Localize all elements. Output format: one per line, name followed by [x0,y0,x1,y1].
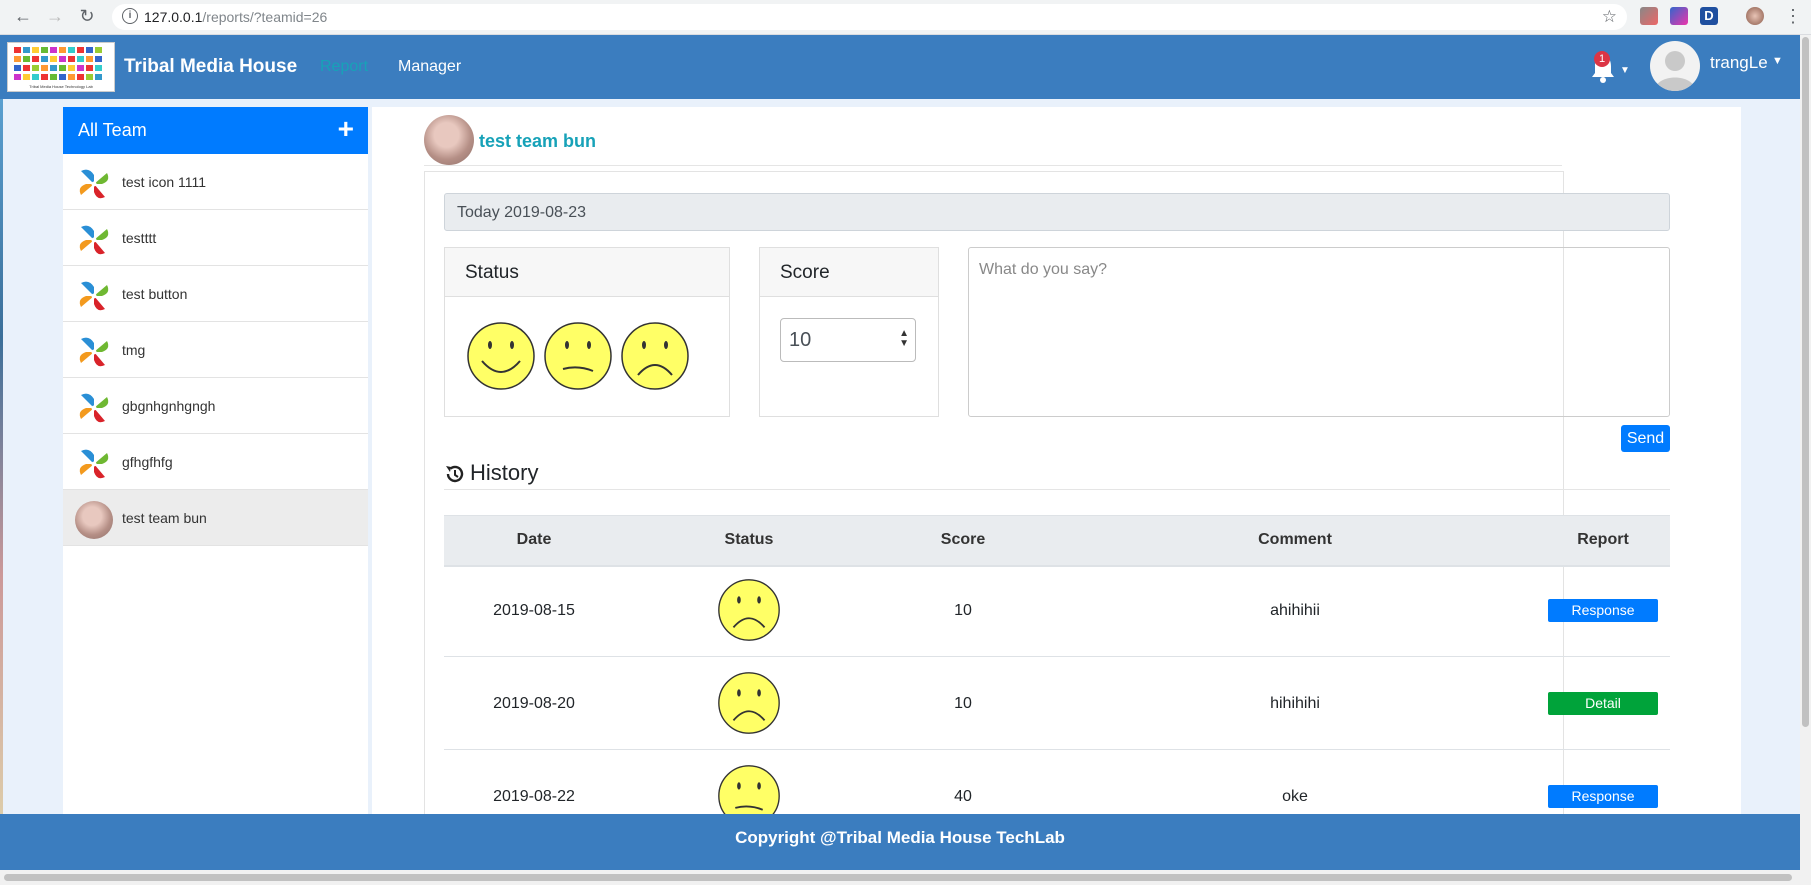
team-list: test icon 1111 testttt test button tmg gbgnh… [63,154,368,546]
caret-down-icon[interactable]: ▼ [1620,65,1630,76]
bookmark-star-icon[interactable]: ☆ [1602,7,1617,27]
status-card: Status [444,247,730,417]
browser-menu-icon[interactable]: ⋮ [1782,6,1804,27]
back-arrow-icon[interactable]: ← [12,6,34,27]
extension-hammer-icon[interactable] [1640,7,1658,25]
neutral-face-icon[interactable] [543,321,613,391]
horizontal-scrollbar[interactable] [0,870,1811,885]
sidebar-team-label: gbgnhgnhgngh [122,398,216,414]
logo-mosaic-icon: Tribal Media House Technology Lab [14,47,102,89]
row-comment: ahihihii [1270,602,1320,619]
score-value: 10 [789,329,812,351]
team-header: test team bun [424,111,1562,166]
history-table-header: Date Status Score Comment Report [444,515,1670,567]
nav-link-manager[interactable]: Manager [398,58,461,76]
status-title: Status [465,262,519,283]
sidebar-team-label: test team bun [122,510,207,526]
window-edge [0,99,3,814]
profile-avatar-icon[interactable] [1746,7,1764,25]
nav-link-report[interactable]: Report [320,58,368,76]
stepper-arrows-icon[interactable]: ▲ ▼ [899,329,909,349]
table-row: 2019-08-15 10 ahihihii Response [444,564,1670,657]
sidebar-team-item[interactable]: test team bun [63,490,368,546]
sidebar-title: All Team [78,120,147,140]
pinwheel-icon [75,333,113,371]
team-name[interactable]: test team bun [479,131,596,152]
extension-d-icon[interactable]: D [1700,7,1718,25]
sad-face-icon [717,671,781,740]
row-comment: oke [1282,788,1308,805]
sidebar-team-item[interactable]: gbgnhgnhgngh [63,378,368,434]
row-score: 40 [954,788,972,805]
history-icon [446,465,464,483]
caret-down-icon[interactable]: ▼ [1772,55,1783,67]
brand-logo[interactable]: Tribal Media House Technology Lab [7,42,115,92]
sidebar-team-item[interactable]: testttt [63,210,368,266]
sad-face-icon[interactable] [620,321,690,391]
today-date-field: Today 2019-08-23 [444,193,1670,231]
user-silhouette-icon [1655,51,1695,91]
username[interactable]: trangLe [1710,53,1768,73]
forward-arrow-icon[interactable]: → [44,6,66,27]
brand-name[interactable]: Tribal Media House [124,56,297,78]
user-avatar[interactable] [1650,41,1700,91]
comment-textarea[interactable]: What do you say? [968,247,1670,417]
info-icon[interactable]: i [122,8,138,24]
sidebar-header: All Team + [63,107,368,154]
team-avatar [424,115,474,165]
sidebar-team-label: tmg [122,342,146,358]
reload-icon[interactable]: ↻ [76,6,98,27]
pinwheel-icon [75,445,113,483]
happy-face-icon[interactable] [466,321,536,391]
url-text: 127.0.0.1/reports/?teamid=26 [144,9,328,25]
sidebar-team-label: gfhgfhfg [122,454,173,470]
col-score: Score [940,531,986,548]
sidebar-team-item[interactable]: test button [63,266,368,322]
team-sidebar: All Team + test icon 1111 testttt test but… [63,107,368,814]
pinwheel-icon [75,165,113,203]
score-title: Score [780,262,830,283]
sidebar-team-item[interactable]: gfhgfhfg [63,434,368,490]
sidebar-team-item[interactable]: tmg [63,322,368,378]
send-button[interactable]: Send [1621,425,1670,452]
response-button[interactable]: Response [1548,785,1658,808]
sad-face-icon [717,578,781,647]
col-status: Status [724,531,774,548]
score-card: Score 10 ▲ ▼ [759,247,939,417]
row-date: 2019-08-20 [493,695,575,712]
pinwheel-icon [75,221,113,259]
pinwheel-icon [75,389,113,427]
add-team-plus-icon[interactable]: + [338,113,354,145]
sidebar-team-label: test button [122,286,188,302]
report-panel: test team bun Today 2019-08-23 Status Sc… [372,107,1741,853]
detail-button[interactable]: Detail [1548,692,1658,715]
top-navbar: Tribal Media House Technology Lab Tribal… [0,35,1800,99]
sidebar-team-item[interactable]: test icon 1111 [63,154,368,210]
row-score: 10 [954,695,972,712]
score-stepper[interactable]: 10 ▲ ▼ [780,318,916,362]
vertical-scrollbar[interactable] [1800,35,1811,870]
col-comment: Comment [1258,531,1332,548]
footer: Copyright @Tribal Media House TechLab [0,814,1800,870]
pinwheel-icon [75,277,113,315]
row-date: 2019-08-15 [493,602,575,619]
browser-toolbar: ← → ↻ i 127.0.0.1/reports/?teamid=26 ☆ D… [0,0,1811,35]
extension-clickup-icon[interactable] [1670,7,1688,25]
table-row: 2019-08-20 10 hihihihi Detail [444,657,1670,750]
baby-photo-avatar [75,501,113,539]
sidebar-team-label: testttt [122,230,157,246]
divider [444,489,1670,490]
row-date: 2019-08-22 [493,788,575,805]
notification-badge: 1 [1594,51,1610,67]
svg-text:Tribal Media House Technology: Tribal Media House Technology Lab [29,84,93,89]
row-comment: hihihihi [1270,695,1320,712]
response-button[interactable]: Response [1548,599,1658,622]
sidebar-team-label: test icon 1111 [122,174,207,190]
copyright-text: Copyright @Tribal Media House TechLab [735,828,1065,847]
col-report: Report [1577,531,1629,548]
col-date: Date [516,531,552,548]
address-bar[interactable]: i 127.0.0.1/reports/?teamid=26 ☆ [112,4,1627,30]
row-score: 10 [954,602,972,619]
